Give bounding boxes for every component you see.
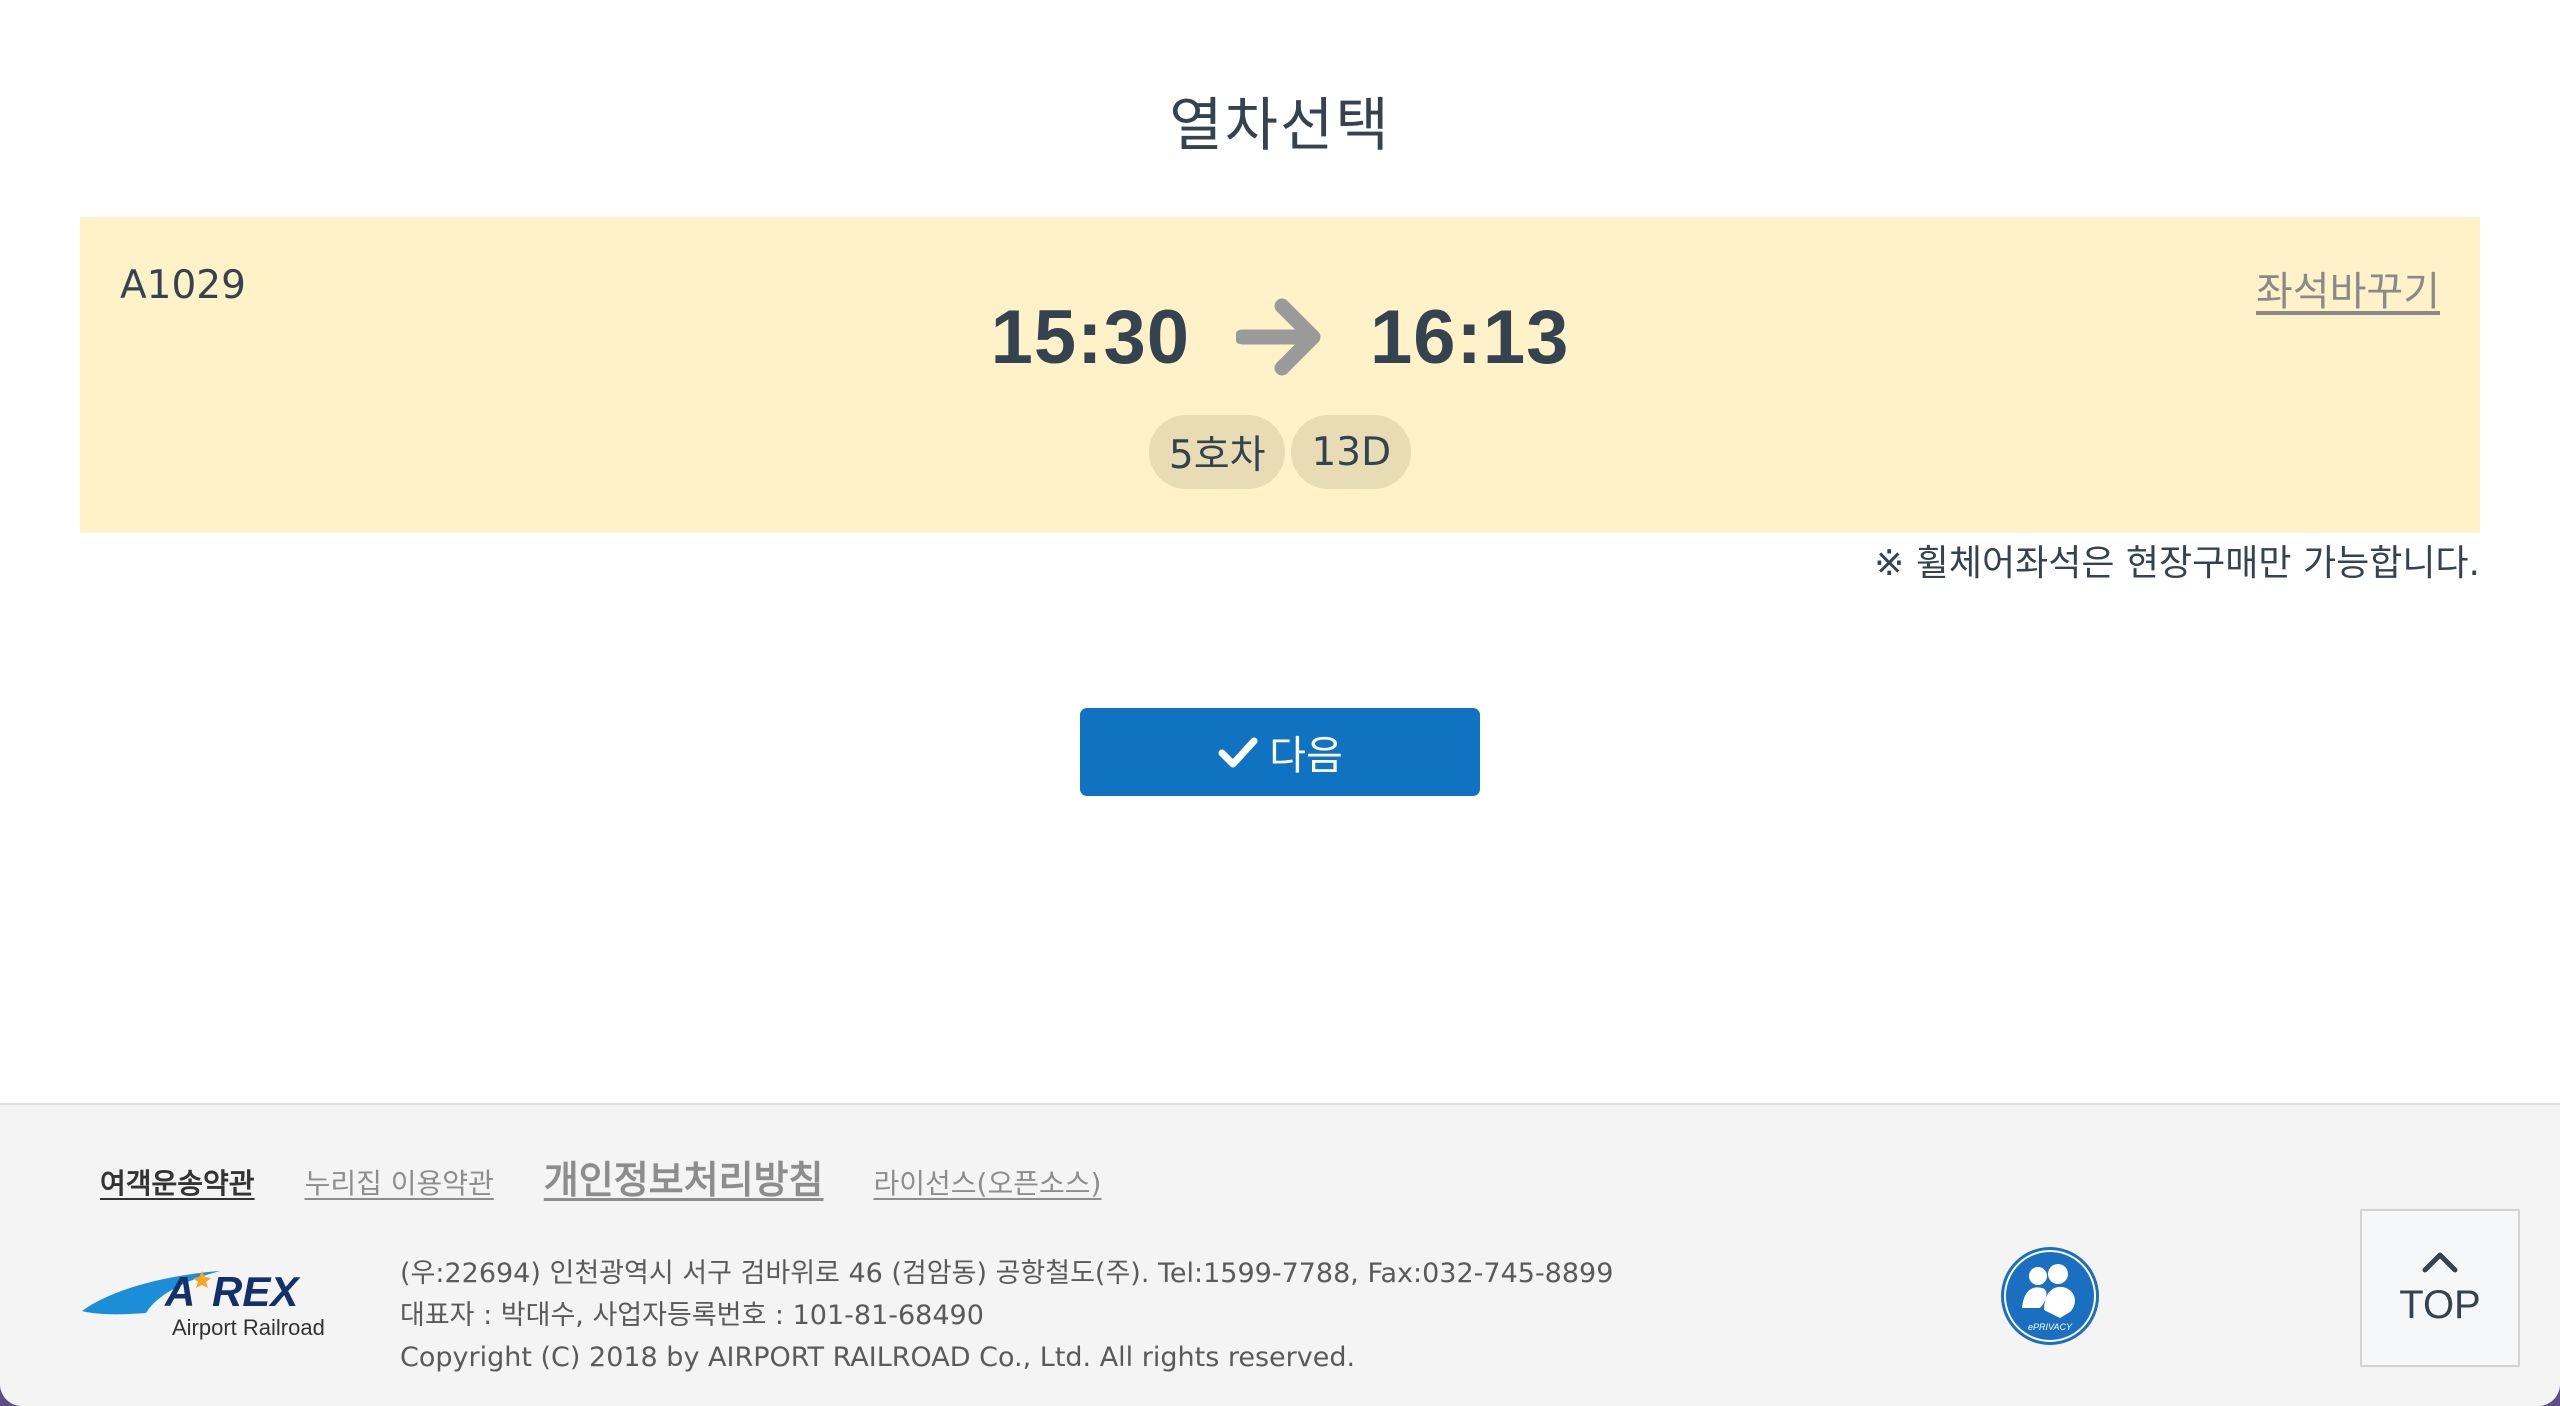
arrival-time: 16:13	[1370, 294, 1570, 380]
company-info: (우:22694) 인천광역시 서구 검바위로 46 (검암동) 공항철도(주)…	[400, 1253, 1613, 1379]
footer-link-transport-terms[interactable]: 여객운송약관	[100, 1162, 255, 1202]
next-button[interactable]: 다음	[1080, 708, 1480, 796]
company-address: (우:22694) 인천광역시 서구 검바위로 46 (검암동) 공항철도(주)…	[400, 1258, 1614, 1289]
company-representative: 대표자 : 박대수, 사업자등록번호 : 101-81-68490	[400, 1300, 984, 1331]
footer-links: 여객운송약관 누리집 이용약관 개인정보처리방침 라이선스(오픈소스)	[100, 1149, 1151, 1204]
svg-text:A: A	[164, 1268, 195, 1315]
footer-link-privacy-policy[interactable]: 개인정보처리방침	[544, 1149, 824, 1204]
journey-times: 15:30 16:13	[80, 287, 2480, 387]
chevron-up-icon	[2422, 1252, 2458, 1272]
seat-badge: 13D	[1291, 415, 1412, 489]
svg-text:ePRIVACY: ePRIVACY	[2028, 1322, 2073, 1332]
copyright: Copyright (C) 2018 by AIRPORT RAILROAD C…	[400, 1342, 1356, 1373]
page-title: 열차선택	[1169, 91, 1391, 159]
svg-text:REX: REX	[212, 1268, 301, 1315]
svg-text:Airport Railroad: Airport Railroad	[172, 1315, 325, 1340]
arex-logo: A REX Airport Railroad	[82, 1268, 325, 1340]
car-badge: 5호차	[1148, 415, 1286, 489]
footer-link-site-terms[interactable]: 누리집 이용약관	[305, 1162, 494, 1202]
arrow-right-icon	[1236, 298, 1321, 376]
top-button-label: TOP	[2399, 1282, 2481, 1327]
departure-time: 15:30	[990, 294, 1190, 380]
train-info-panel: A1029 좌석바꾸기 15:30 16:13 5호차 13D	[80, 217, 2480, 533]
next-button-label: 다음	[1269, 733, 1343, 779]
page: 열차선택 A1029 좌석바꾸기 15:30 16:13 5호차 13D ※ 휠…	[0, 0, 2560, 1406]
footer-link-license[interactable]: 라이선스(오픈소스)	[873, 1162, 1101, 1202]
back-to-top-button[interactable]: TOP	[2360, 1209, 2520, 1367]
eprivacy-badge-icon: ePRIVACY	[2001, 1247, 2099, 1345]
seat-badges: 5호차 13D	[80, 415, 2480, 489]
footer: 여객운송약관 누리집 이용약관 개인정보처리방침 라이선스(오픈소스) A RE…	[0, 1103, 2560, 1406]
wheelchair-notice: ※ 휠체어좌석은 현장구매만 가능합니다.	[1874, 543, 2480, 584]
check-icon	[1218, 737, 1258, 768]
